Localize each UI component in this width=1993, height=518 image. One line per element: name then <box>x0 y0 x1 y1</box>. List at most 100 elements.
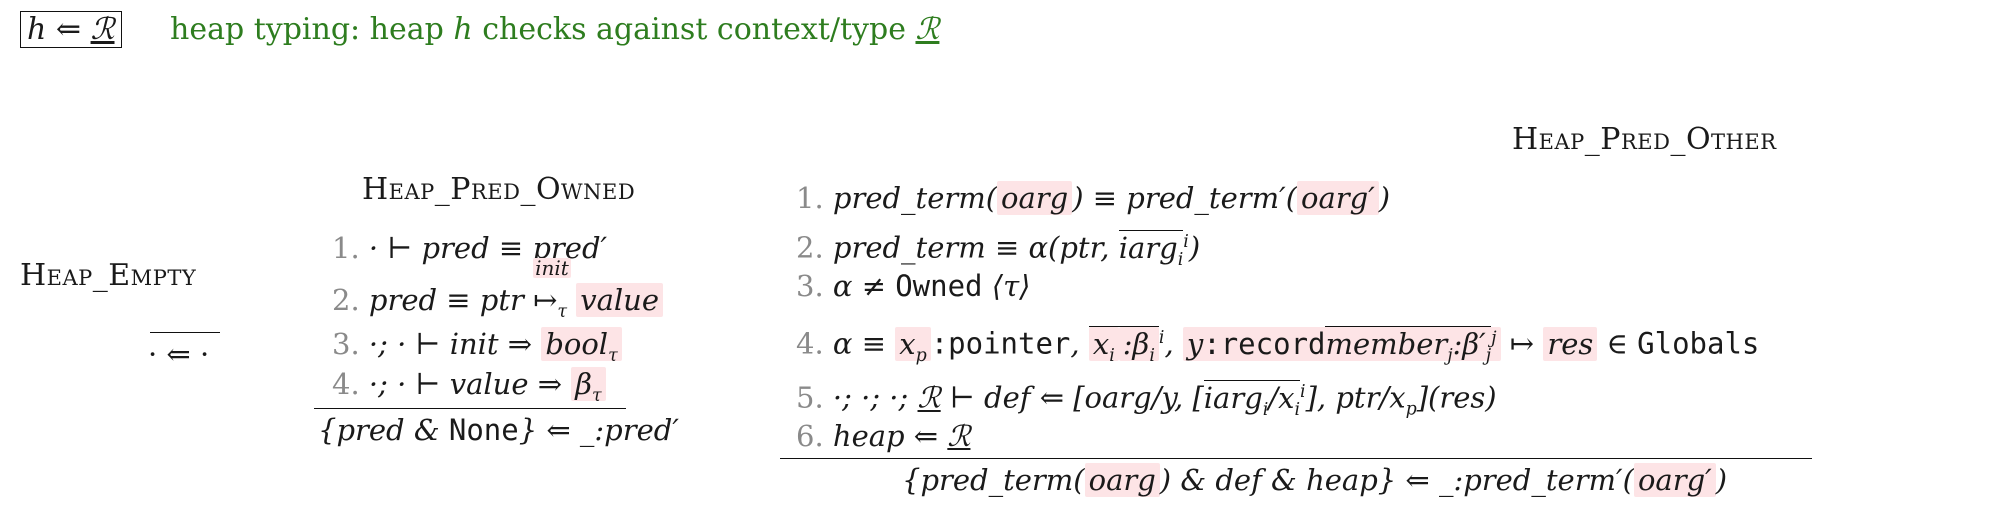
premise-text: ) <box>1188 230 1201 265</box>
beta-term: :βi <box>1118 326 1159 365</box>
premise-number: 6. <box>796 419 824 453</box>
slash-x: /x <box>1268 380 1295 415</box>
owned-keyword: Owned <box>895 269 983 303</box>
premise-text: heap ⇐ <box>832 419 948 453</box>
iarg-overline: iargi <box>1118 229 1184 269</box>
premise-number: 3. <box>796 269 824 303</box>
member-text: member <box>1325 326 1448 361</box>
desc-R: ℛ <box>915 12 940 47</box>
beta-text: :β <box>1122 326 1150 361</box>
beta-prime-text: :β′ <box>1452 326 1486 361</box>
y-text: y <box>1186 326 1204 361</box>
oarg-prime-term: oarg′ <box>1297 181 1379 215</box>
judgement-R: ℛ <box>90 12 115 47</box>
conclusion-part: } ⇐ _:pred′ <box>518 413 679 447</box>
rule-line-heap-empty <box>150 332 220 333</box>
other-premise-4: 4. α ≡ xp:pointer, xi:βii, y:recordmembe… <box>796 318 1759 375</box>
iarg-text: iarg <box>1118 230 1178 265</box>
premise-text: pred_term( <box>832 181 998 215</box>
init-annotation: init <box>533 256 571 280</box>
i-sub: i <box>1294 399 1301 420</box>
j-sub: j <box>1485 345 1492 366</box>
premise-text: pred_term ≡ α(ptr, <box>832 230 1119 265</box>
other-premise-6: 6. heap ⇐ ℛ <box>796 416 970 456</box>
record-term: y:recordmemberj:β′jj <box>1182 325 1501 365</box>
premise-text: pred ≡ ptr <box>368 283 534 317</box>
globals-keyword: Globals <box>1637 326 1760 361</box>
premise-number: 4. <box>332 367 360 401</box>
rule-name-heap-empty: Heap_Empty <box>20 258 197 293</box>
rule-line-heap-pred-other <box>780 458 1812 459</box>
tau-sub: τ <box>608 345 618 366</box>
j-sup: j <box>1491 328 1497 348</box>
value-term: value <box>576 283 664 317</box>
rule-name-heap-pred-owned: Heap_Pred_Owned <box>362 172 636 207</box>
conclusion-part: ) <box>1715 463 1728 497</box>
conclusion-heap-empty: · ⇐ · <box>148 337 210 371</box>
judgement-form: h ⇐ ℛ <box>20 11 122 48</box>
tau-sub: τ <box>591 385 602 406</box>
premise-text: ) ≡ pred_term′( <box>1072 181 1298 215</box>
conclusion-part: {pred_term( <box>902 463 1085 497</box>
premise-number: 1. <box>796 181 824 215</box>
tau-sub: τ <box>557 301 568 322</box>
premise-number: 3. <box>332 327 360 361</box>
subst-overline: iargi/xi <box>1203 379 1301 419</box>
comma: , <box>1164 326 1183 361</box>
conclusion-heap-pred-other: {pred_term(oarg) & def & heap} ⇐ _:pred_… <box>902 460 1727 500</box>
p-sub: p <box>1405 399 1417 420</box>
premise-text: α ≠ <box>832 269 896 303</box>
R-context: ℛ <box>947 419 971 453</box>
p-sub: p <box>915 345 927 366</box>
premise-number: 5. <box>796 380 824 415</box>
judgement-box: h ⇐ ℛ <box>20 10 122 50</box>
member-overline: memberj:β′j <box>1325 325 1492 365</box>
premise-text: · ⊢ pred ≡ pred′ <box>368 231 608 265</box>
xi-term: xi <box>1088 326 1119 365</box>
bool-text: bool <box>545 327 609 361</box>
none-keyword: None <box>448 413 519 447</box>
rule-line-heap-pred-owned <box>314 408 626 409</box>
record-keyword: :record <box>1203 326 1326 361</box>
premise-number: 2. <box>332 283 360 317</box>
judgement-description: heap typing: heap h checks against conte… <box>170 10 939 50</box>
R-context: ℛ <box>917 380 941 415</box>
comma: , <box>1070 326 1089 361</box>
i-sub: i <box>1149 345 1155 366</box>
oarg-term: oarg <box>997 181 1073 215</box>
i-sub: i <box>1177 249 1184 270</box>
oarg-term: oarg <box>1084 463 1160 497</box>
rule-name-heap-pred-other: Heap_Pred_Other <box>1512 122 1777 157</box>
premise-number: 1. <box>332 231 360 265</box>
conclusion-part: ) & def & heap} ⇐ _:pred_term′( <box>1159 463 1634 497</box>
x-text: x <box>899 326 916 361</box>
other-premise-1: 1. pred_term(oarg) ≡ pred_term′(oarg′) <box>796 178 1390 218</box>
premise-number: 4. <box>796 326 824 361</box>
res-term: res <box>1543 326 1598 361</box>
beta-text: β <box>575 367 592 401</box>
desc-suffix: checks against context/type <box>472 12 916 47</box>
other-premise-3: 3. α ≠ Owned ⟨τ⟩ <box>796 266 1030 306</box>
desc-h: h <box>453 12 473 47</box>
mapsto: ↦ <box>1500 326 1544 361</box>
premise-number: 2. <box>796 230 824 265</box>
beta-tau: βτ <box>571 367 606 406</box>
i-sub: i <box>1109 345 1115 366</box>
premise-text: ·; · ⊢ value ⇒ <box>368 367 572 401</box>
premise-text: ⊢ def ⇐ [oarg/y, [ <box>940 380 1204 415</box>
judgement-arrow: ⇐ <box>55 12 82 47</box>
xi-beta-overline: xi:βi <box>1088 325 1159 365</box>
conclusion-heap-pred-owned: {pred & None} ⇐ _:pred′ <box>318 410 679 450</box>
premise-text: ](res) <box>1416 380 1497 415</box>
x-text: x <box>1092 326 1110 361</box>
premise-text: ], ptr/x <box>1305 380 1406 415</box>
premise-text: ·; ·; ·; <box>832 380 918 415</box>
premise-text: α ≡ <box>832 326 896 361</box>
in-symbol: ∈ <box>1597 326 1638 361</box>
premise-text: ⟨τ⟩ <box>991 269 1031 303</box>
pointer-keyword: :pointer <box>930 326 1071 361</box>
oarg-prime-term: oarg′ <box>1633 463 1716 497</box>
premise-text: ) <box>1378 181 1391 215</box>
desc-prefix: heap typing: heap <box>170 12 454 47</box>
iarg-text: iarg <box>1203 380 1263 415</box>
